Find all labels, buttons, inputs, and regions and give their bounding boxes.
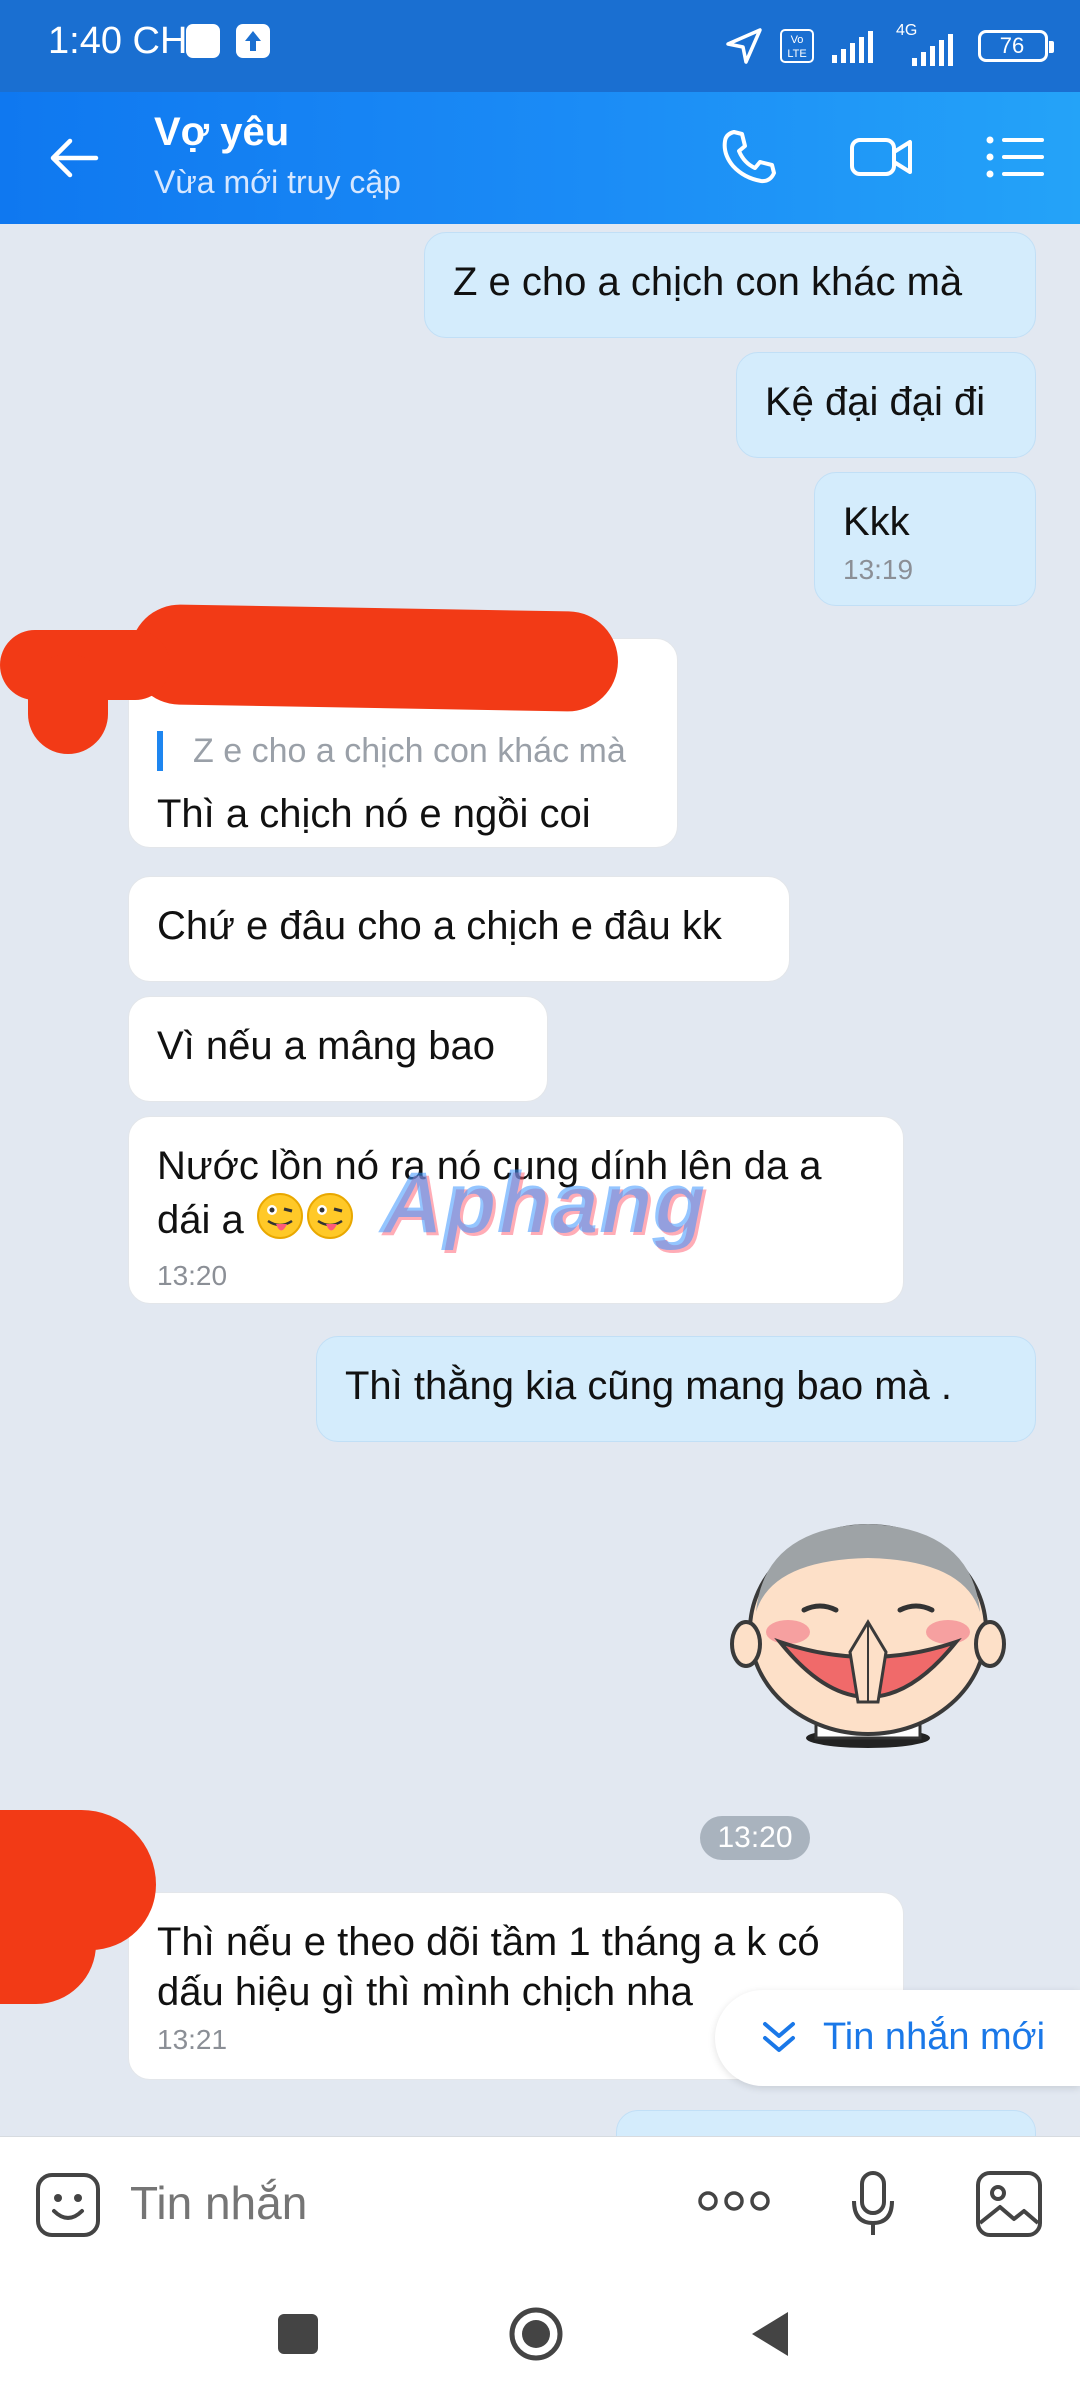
sticker-face-icon[interactable]: [34, 2171, 102, 2239]
message-text: Vì nếu a mâng bao: [157, 1024, 496, 1068]
notification-icon: [186, 24, 220, 58]
message-text: Thì a chịch nó e ngồi coi: [157, 792, 591, 836]
redaction-mark: [129, 603, 619, 713]
chat-header: Vợ yêu Vừa mới truy cập: [0, 92, 1080, 224]
message-text: Z e cho a chịch con khác mà: [453, 260, 963, 304]
system-navigation-bar: [0, 2270, 1080, 2400]
message-bubble[interactable]: Chứ e đâu cho a chịch e đâu kk: [128, 876, 790, 982]
watermark: Aphang: [380, 1155, 707, 1251]
status-time: 1:40 CH: [48, 20, 188, 62]
image-icon[interactable]: [974, 2169, 1044, 2239]
message-bubble[interactable]: Kkk 13:19: [814, 472, 1036, 606]
back-arrow-icon[interactable]: [44, 128, 104, 188]
message-text: Thì thằng kia cũng mang bao mà .: [345, 1364, 953, 1408]
message-composer: [0, 2136, 1080, 2271]
message-bubble[interactable]: Thì thằng kia cũng mang bao mà .: [316, 1336, 1036, 1442]
microphone-icon[interactable]: [848, 2169, 898, 2239]
bowing-monk-sticker[interactable]: [728, 1502, 1008, 1762]
winking-tongue-emoji: [305, 1191, 355, 1253]
message-time: 13:20: [157, 1260, 228, 1291]
new-messages-button[interactable]: Tin nhắn mới: [715, 1990, 1080, 2086]
contact-status: Vừa mới truy cập: [154, 164, 401, 200]
message-text: Kệ đại đại đi: [765, 380, 986, 424]
phone-icon[interactable]: [714, 122, 784, 192]
message-text: Thì nếu e theo dõi tầm 1 tháng a k có dấ…: [157, 1920, 820, 2014]
back-triangle-icon[interactable]: [748, 2308, 792, 2360]
location-icon: [726, 28, 762, 64]
list-menu-icon[interactable]: [980, 122, 1050, 192]
battery-level: 76: [999, 33, 1025, 58]
sticker-time-pill: 13:20: [700, 1816, 810, 1860]
contact-name[interactable]: Vợ yêu: [154, 110, 289, 155]
message-bubble[interactable]: Z e cho a chịch con khác mà: [424, 232, 1036, 338]
message-time: 13:19: [843, 554, 914, 585]
new-messages-label: Tin nhắn mới: [823, 2016, 1046, 2058]
redaction-mark: [28, 654, 108, 754]
status-icons: Vo LTE 4G 76: [724, 16, 1054, 76]
message-text: Chứ e đâu cho a chịch e đâu kk: [157, 904, 722, 948]
more-dots-icon[interactable]: [696, 2181, 772, 2221]
signal-icon: [832, 31, 873, 63]
winking-tongue-emoji: [255, 1191, 305, 1253]
upload-icon: [236, 24, 270, 58]
message-bubble[interactable]: Vì nếu a mâng bao: [128, 996, 548, 1102]
recent-apps-icon[interactable]: [278, 2314, 318, 2354]
message-bubble[interactable]: Kệ đại đại đi: [736, 352, 1036, 458]
double-chevron-down-icon: [763, 2022, 795, 2052]
quoted-message[interactable]: Z e cho a chịch con khác mà: [157, 731, 649, 771]
signal-4g-icon: 4G: [896, 22, 962, 66]
volte-icon: Vo LTE: [780, 29, 814, 63]
redaction-mark: [0, 1924, 96, 2004]
message-bubble-partial[interactable]: [616, 2110, 1036, 2136]
video-camera-icon[interactable]: [846, 122, 916, 192]
home-icon[interactable]: [506, 2304, 566, 2364]
message-text: Kkk: [843, 500, 910, 544]
status-bar: 1:40 CH Vo LTE 4G 76: [0, 0, 1080, 92]
battery-icon: 76: [978, 30, 1054, 62]
message-list[interactable]: Z e cho a chịch con khác mà Kệ đại đại đ…: [0, 224, 1080, 2136]
message-input[interactable]: [128, 2175, 652, 2231]
